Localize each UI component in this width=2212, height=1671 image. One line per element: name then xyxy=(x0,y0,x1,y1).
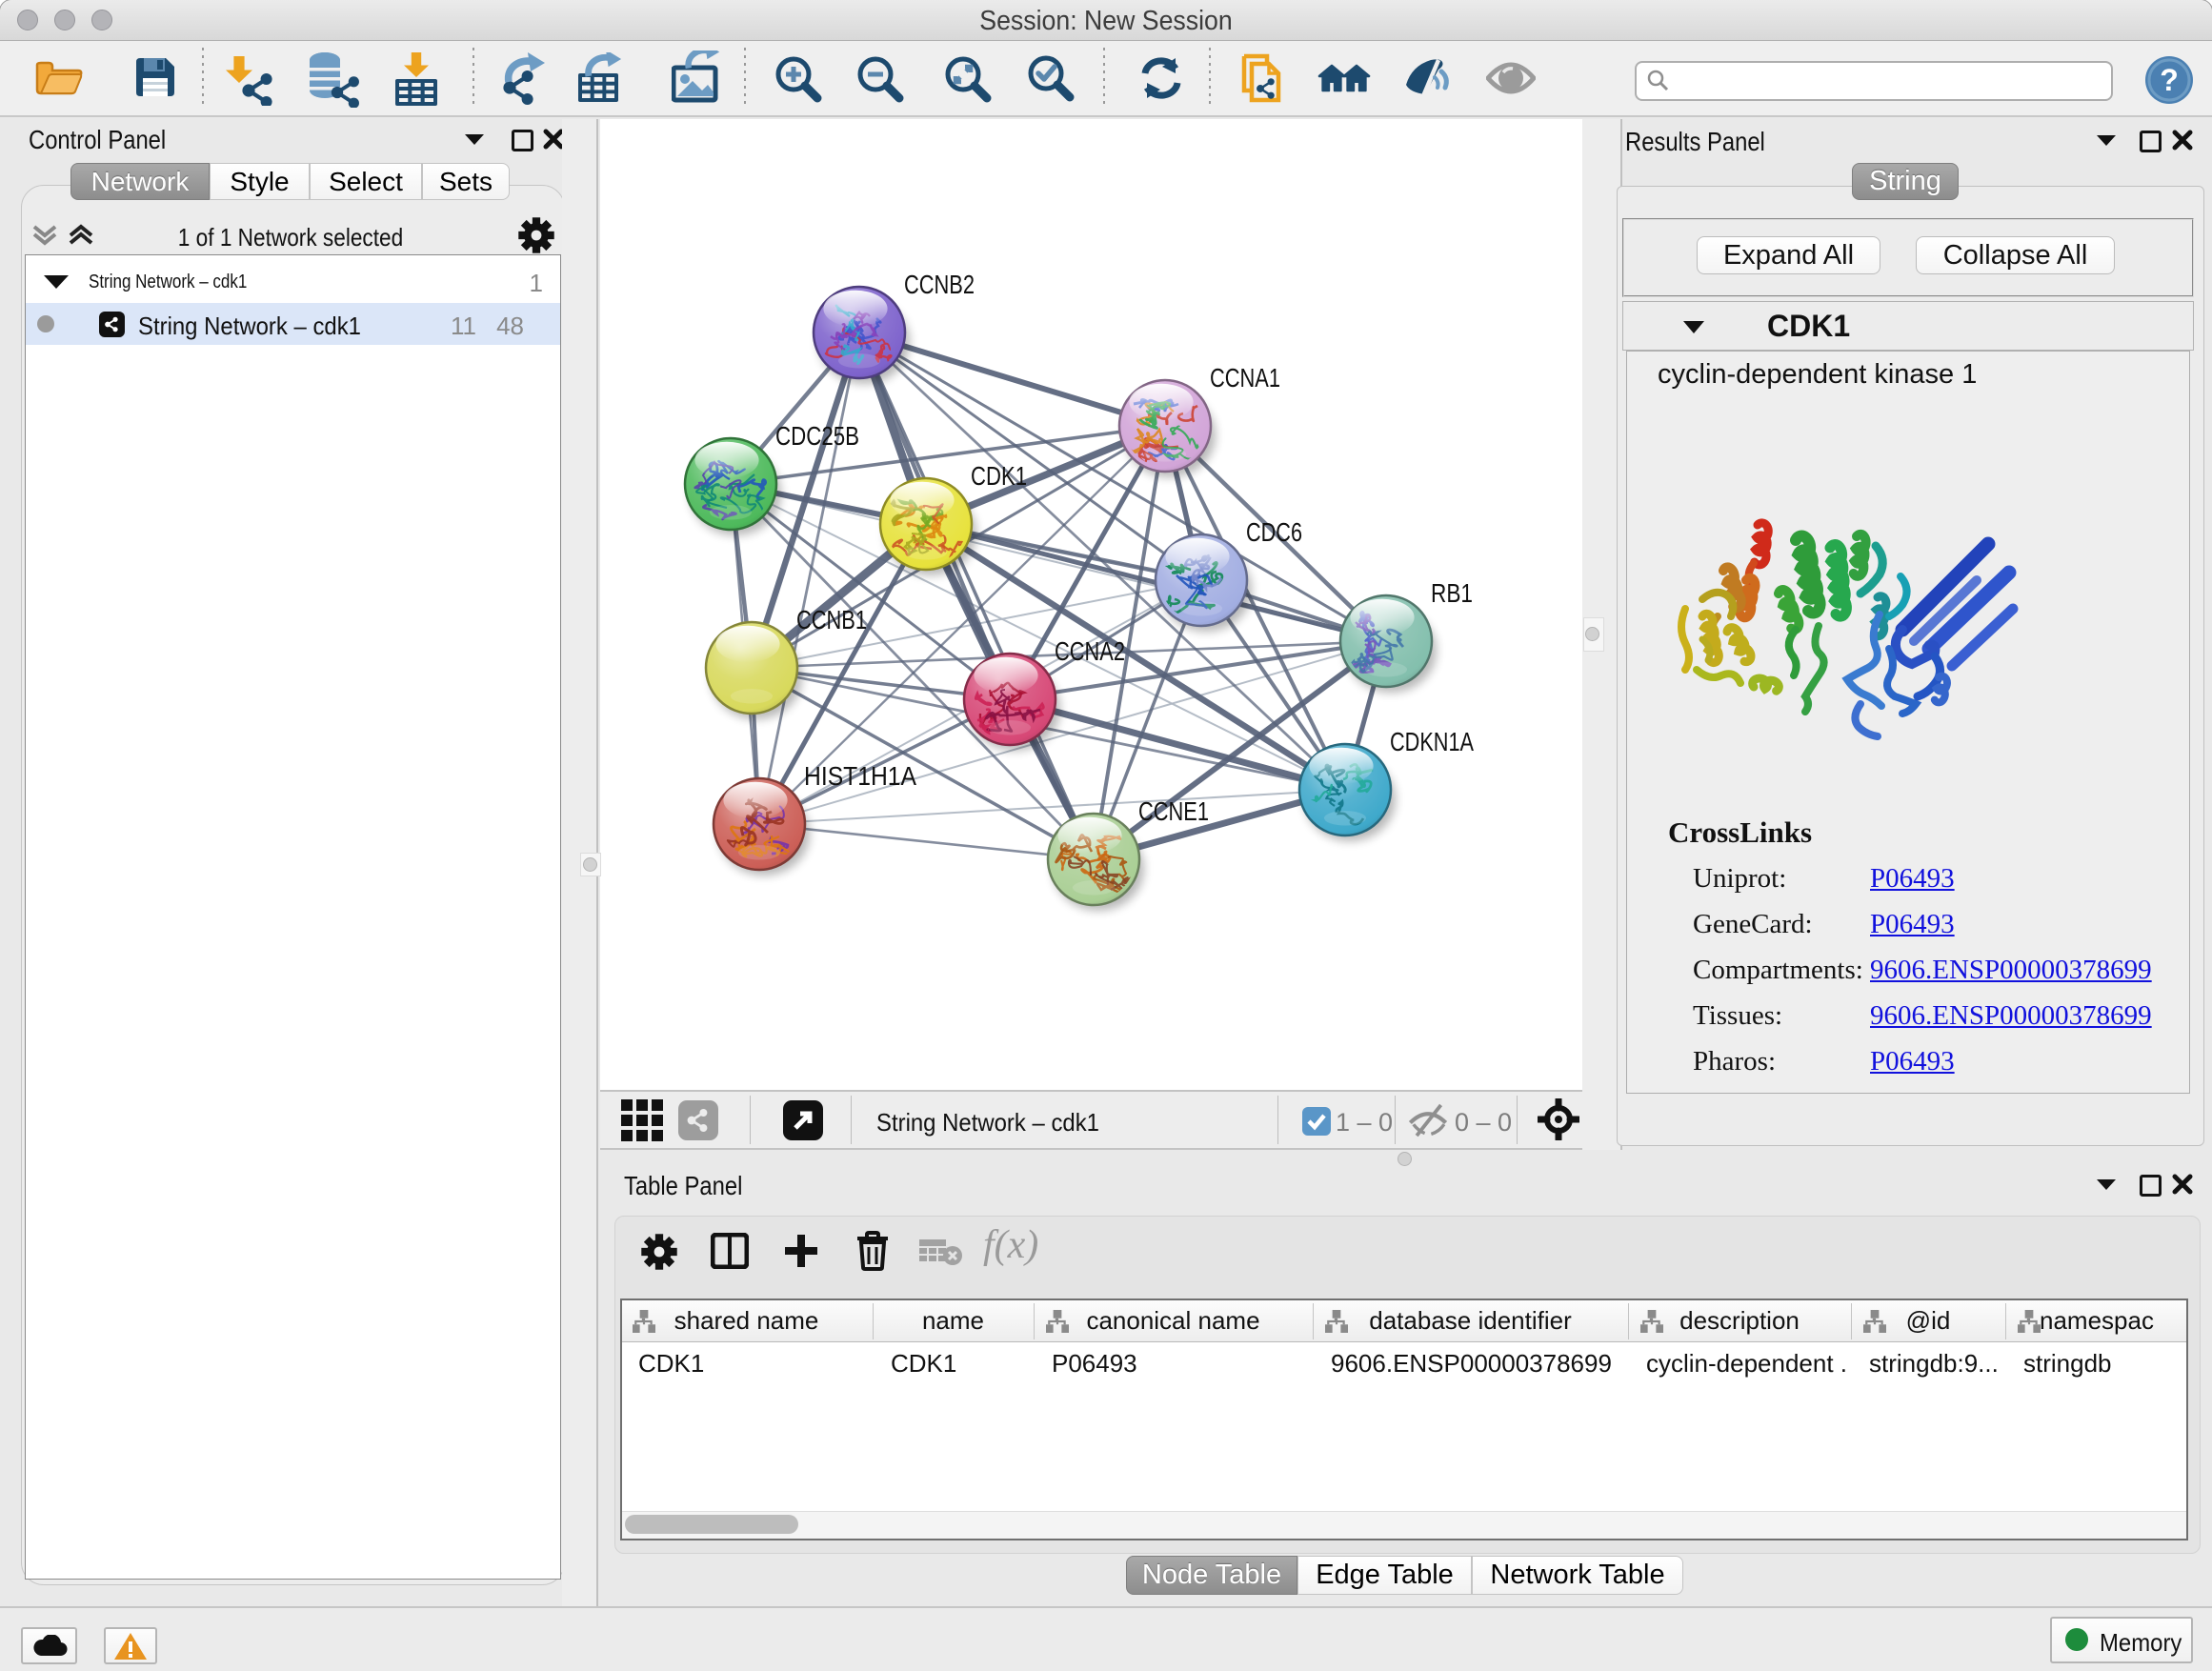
svg-text:CDC6: CDC6 xyxy=(1246,517,1302,547)
svg-text:?: ? xyxy=(2160,63,2179,97)
svg-text:CCNB2: CCNB2 xyxy=(904,270,975,299)
svg-text:CCNE1: CCNE1 xyxy=(1138,796,1209,826)
svg-text:CDKN1A: CDKN1A xyxy=(1390,727,1474,756)
svg-text:CDC25B: CDC25B xyxy=(775,421,859,451)
svg-text:HIST1H1A: HIST1H1A xyxy=(804,761,916,791)
svg-text:CCNA2: CCNA2 xyxy=(1055,636,1125,666)
svg-text:CCNA1: CCNA1 xyxy=(1210,363,1280,393)
svg-text:CCNB1: CCNB1 xyxy=(796,605,867,634)
svg-text:RB1: RB1 xyxy=(1431,578,1473,608)
svg-text:CDK1: CDK1 xyxy=(971,461,1027,491)
